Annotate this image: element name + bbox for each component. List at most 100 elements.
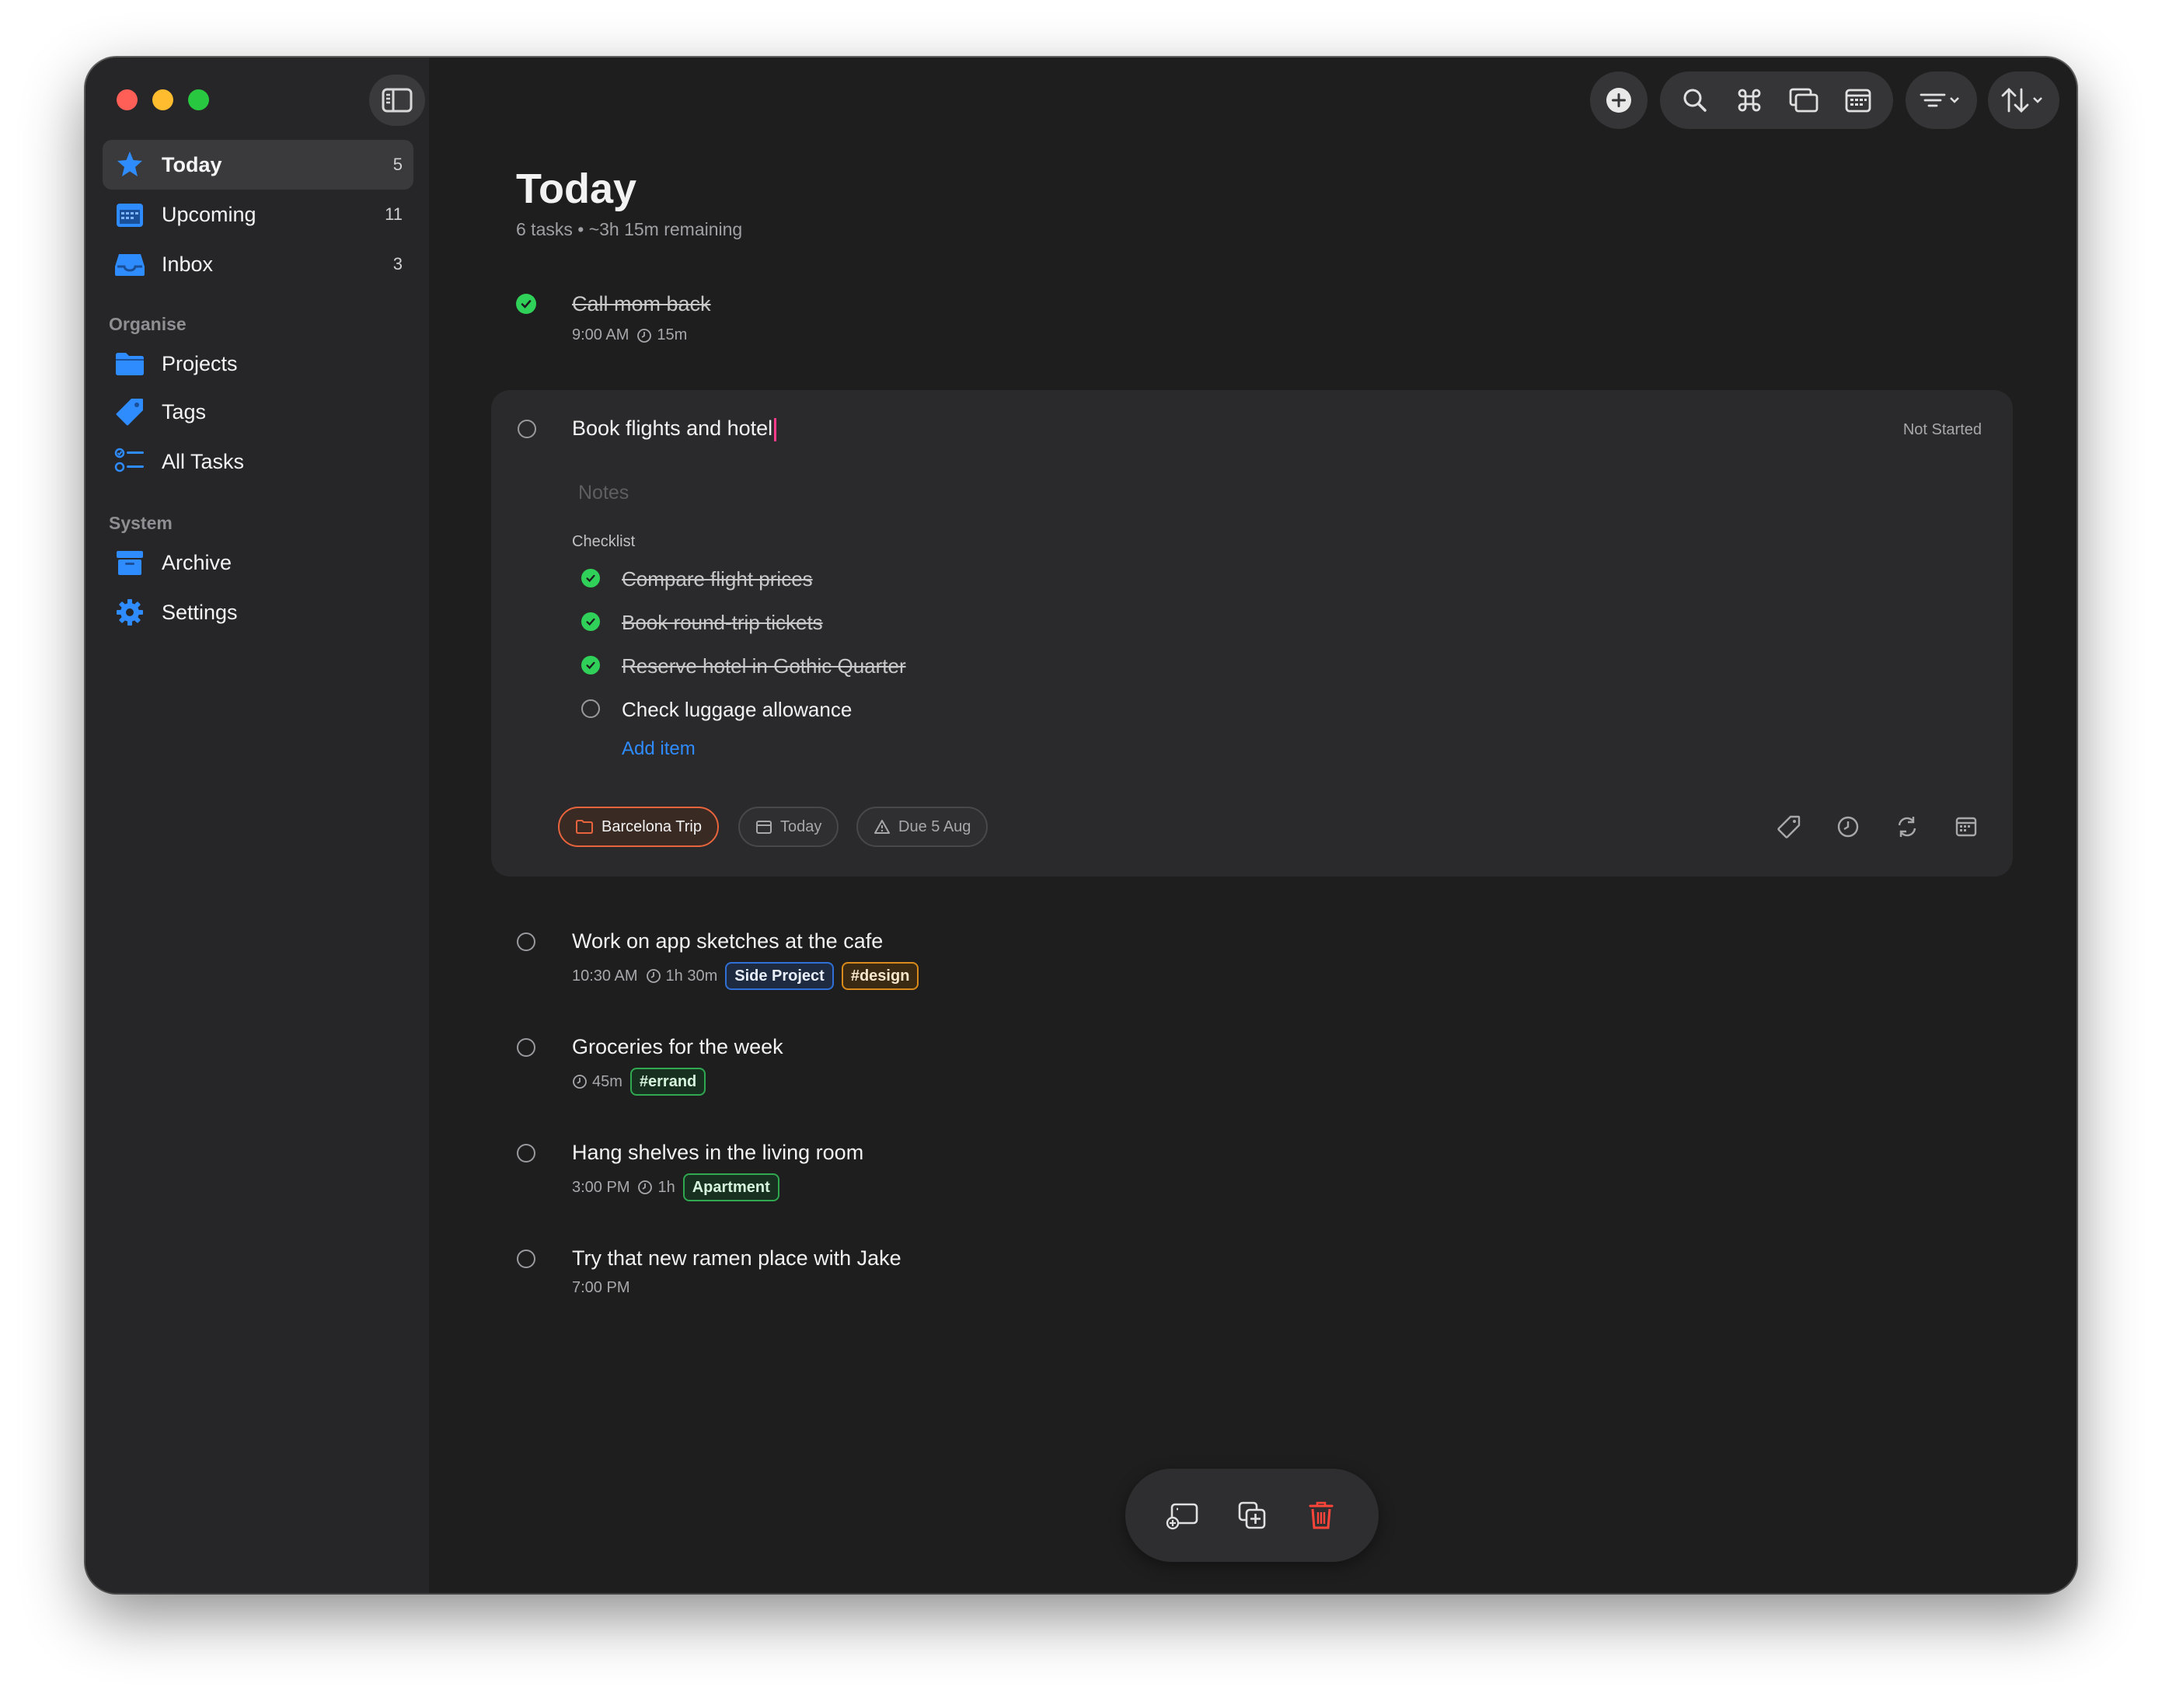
repeat-icon bbox=[1898, 817, 1916, 837]
tag-icon bbox=[1777, 815, 1801, 838]
task-checkbox[interactable] bbox=[517, 1038, 535, 1057]
tag-apartment[interactable]: Apartment bbox=[682, 1173, 779, 1201]
add-tag-button[interactable] bbox=[1772, 810, 1806, 844]
task-checkbox[interactable] bbox=[518, 420, 536, 438]
windows-icon bbox=[1789, 88, 1819, 113]
filter-button[interactable] bbox=[1906, 71, 1977, 129]
sidebar-item-label: Settings bbox=[162, 600, 238, 624]
add-subtask-icon bbox=[1166, 1503, 1198, 1530]
text-cursor bbox=[774, 417, 777, 441]
minimize-window-button[interactable] bbox=[152, 89, 173, 110]
list-icon bbox=[113, 445, 146, 478]
close-window-button[interactable] bbox=[117, 89, 138, 110]
set-duration-button[interactable] bbox=[1831, 810, 1865, 844]
project-pill[interactable]: Barcelona Trip bbox=[558, 807, 719, 847]
repeat-button[interactable] bbox=[1890, 810, 1924, 844]
search-button[interactable] bbox=[1670, 75, 1720, 125]
sidebar: Today 5 Upcoming 11 Inbox 3 Organise Pro… bbox=[85, 58, 429, 1593]
due-pill[interactable]: Due 5 Aug bbox=[856, 807, 989, 847]
sidebar-toggle-button[interactable] bbox=[369, 75, 425, 126]
checklist-label: Checklist bbox=[572, 533, 636, 550]
section-label-system: System bbox=[109, 513, 173, 533]
sort-button[interactable] bbox=[1988, 71, 2059, 129]
duplicate-icon bbox=[1238, 1501, 1266, 1529]
sidebar-item-today[interactable]: Today 5 bbox=[103, 140, 413, 190]
tag-errand[interactable]: #errand bbox=[629, 1068, 706, 1096]
sidebar-item-all-tasks[interactable]: All Tasks bbox=[103, 437, 413, 486]
toolbar-group bbox=[1660, 71, 1893, 129]
folder-icon bbox=[576, 820, 593, 834]
task-title[interactable]: Groceries for the week bbox=[572, 1035, 783, 1059]
sidebar-item-label: All Tasks bbox=[162, 449, 245, 473]
command-icon bbox=[1738, 89, 1761, 112]
checklist-checkbox[interactable] bbox=[581, 699, 600, 718]
sidebar-item-label: Today bbox=[162, 152, 222, 176]
sidebar-item-count: 11 bbox=[385, 204, 403, 224]
task-duration: 1h bbox=[637, 1179, 675, 1197]
tag-design[interactable]: #design bbox=[841, 962, 919, 990]
folder-icon bbox=[113, 347, 146, 380]
task-meta: 10:30 AM 1h 30m Side Project #design bbox=[572, 962, 919, 990]
add-checklist-item-link[interactable]: Add item bbox=[622, 738, 696, 760]
app-window: Today 5 Upcoming 11 Inbox 3 Organise Pro… bbox=[85, 58, 2077, 1593]
calendar-grid-icon bbox=[1845, 89, 1871, 113]
task-duration-value: 1h 30m bbox=[665, 967, 718, 985]
task-duration: 1h 30m bbox=[646, 967, 718, 985]
calendar-grid-icon bbox=[1955, 817, 1977, 837]
command-button[interactable] bbox=[1724, 75, 1774, 125]
checklist-checkbox-checked[interactable] bbox=[581, 569, 600, 587]
clock-icon bbox=[1837, 816, 1859, 838]
checklist-checkbox-checked[interactable] bbox=[581, 612, 600, 631]
add-subtask-button[interactable] bbox=[1158, 1490, 1208, 1540]
add-task-button[interactable] bbox=[1590, 71, 1648, 129]
when-pill[interactable]: Today bbox=[738, 807, 839, 847]
sort-icon bbox=[2001, 88, 2042, 113]
page-title: Today bbox=[516, 166, 637, 212]
duplicate-button[interactable] bbox=[1227, 1490, 1277, 1540]
task-meta: 45m #errand bbox=[572, 1068, 706, 1096]
calendar-view-button[interactable] bbox=[1833, 75, 1883, 125]
sidebar-item-inbox[interactable]: Inbox 3 bbox=[103, 239, 413, 289]
notes-field[interactable]: Notes bbox=[578, 482, 629, 504]
schedule-button[interactable] bbox=[1949, 810, 1983, 844]
task-title[interactable]: Try that new ramen place with Jake bbox=[572, 1246, 901, 1271]
trash-icon bbox=[1309, 1501, 1334, 1529]
checklist-item[interactable]: Reserve hotel in Gothic Quarter bbox=[622, 654, 906, 678]
task-time: 7:00 PM bbox=[572, 1279, 630, 1296]
zoom-window-button[interactable] bbox=[188, 89, 209, 110]
task-checkbox[interactable] bbox=[517, 932, 535, 951]
checklist-item[interactable]: Check luggage allowance bbox=[622, 698, 852, 722]
star-icon bbox=[113, 148, 146, 181]
when-pill-label: Today bbox=[780, 817, 822, 835]
sidebar-item-projects[interactable]: Projects bbox=[103, 339, 413, 389]
task-checkbox-checked[interactable] bbox=[516, 294, 536, 314]
sidebar-item-label: Tags bbox=[162, 399, 207, 424]
checklist-checkbox-checked[interactable] bbox=[581, 656, 600, 674]
checklist-item[interactable]: Book round-trip tickets bbox=[622, 611, 823, 635]
sidebar-toggle-icon bbox=[382, 88, 413, 113]
checklist-item[interactable]: Compare flight prices bbox=[622, 567, 813, 591]
expanded-task-card: Book flights and hotel Not Started Notes… bbox=[491, 390, 2013, 877]
project-pill-label: Barcelona Trip bbox=[602, 817, 702, 835]
calendar-icon bbox=[113, 198, 146, 231]
sidebar-item-tags[interactable]: Tags bbox=[103, 387, 413, 437]
clock-icon bbox=[637, 328, 652, 343]
task-title[interactable]: Hang shelves in the living room bbox=[572, 1141, 863, 1165]
windows-button[interactable] bbox=[1779, 75, 1829, 125]
task-title[interactable]: Call mom back bbox=[572, 292, 711, 316]
sidebar-item-upcoming[interactable]: Upcoming 11 bbox=[103, 190, 413, 239]
delete-button[interactable] bbox=[1296, 1490, 1346, 1540]
sidebar-item-archive[interactable]: Archive bbox=[103, 538, 413, 587]
task-checkbox[interactable] bbox=[517, 1144, 535, 1162]
bottom-action-bar bbox=[1125, 1469, 1379, 1562]
sidebar-item-settings[interactable]: Settings bbox=[103, 587, 413, 637]
task-checkbox[interactable] bbox=[517, 1250, 535, 1268]
tag-side-project[interactable]: Side Project bbox=[725, 962, 834, 990]
clock-icon bbox=[573, 1075, 587, 1089]
task-title-input[interactable]: Book flights and hotel bbox=[572, 417, 777, 441]
task-title[interactable]: Work on app sketches at the cafe bbox=[572, 929, 883, 953]
warning-icon bbox=[874, 820, 890, 834]
task-status[interactable]: Not Started bbox=[1903, 421, 1982, 439]
section-label-organise: Organise bbox=[109, 314, 187, 334]
tag-icon bbox=[113, 396, 146, 428]
